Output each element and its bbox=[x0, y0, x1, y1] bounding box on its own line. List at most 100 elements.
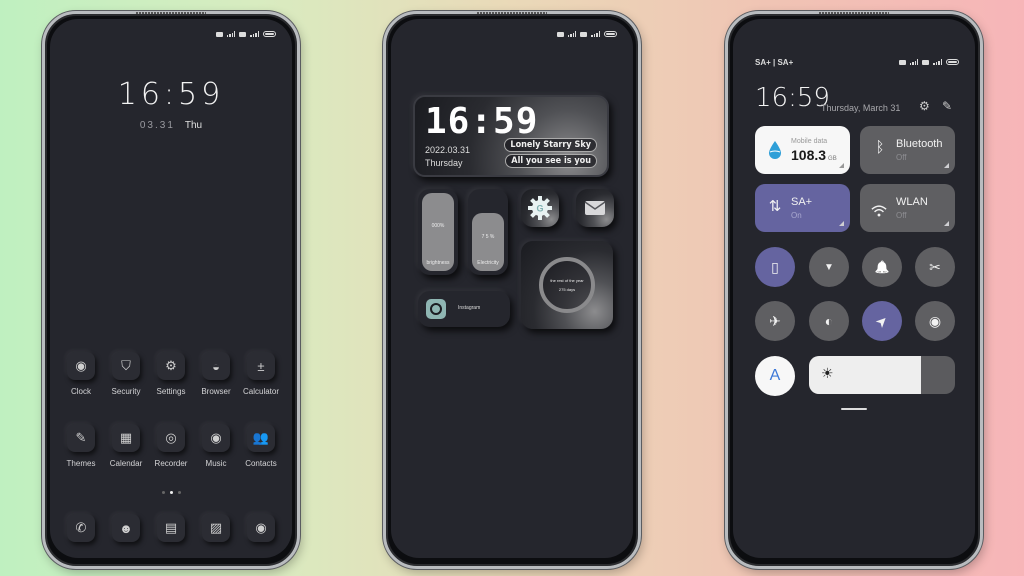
app-security[interactable]: ⛉ Security bbox=[105, 352, 147, 396]
reading-mode-toggle[interactable]: ◉ bbox=[915, 301, 955, 341]
instagram-label: Instagram bbox=[458, 305, 481, 311]
cc-time[interactable]: 16:59 bbox=[755, 83, 830, 113]
app-label: Music bbox=[205, 459, 227, 468]
dock: ✆ ☻ ▤ ▨ ◉ bbox=[60, 514, 282, 542]
app-calculator[interactable]: ± Calculator bbox=[240, 352, 282, 396]
dock-file-manager[interactable]: ▤ bbox=[150, 514, 192, 542]
year-progress-title: the rest of the year bbox=[550, 278, 584, 283]
battery-icon bbox=[604, 31, 617, 37]
expand-corner-icon[interactable] bbox=[839, 163, 844, 168]
year-progress-widget[interactable]: the rest of the year 275 days bbox=[521, 241, 613, 329]
planet-icon: ◒ bbox=[202, 352, 230, 380]
data-transfer-icon: ⇅ bbox=[768, 198, 782, 215]
year-progress-ring: the rest of the year 275 days bbox=[539, 257, 595, 313]
gallery-icon: ▨ bbox=[202, 514, 230, 542]
location-toggle[interactable]: ➤ bbox=[862, 301, 902, 341]
battery-icon bbox=[946, 59, 959, 65]
app-label: Security bbox=[111, 387, 141, 396]
settings-icon[interactable]: ⚙ bbox=[919, 99, 930, 113]
instagram-widget[interactable]: Instagram bbox=[418, 291, 510, 327]
vibrate-icon: ▯ bbox=[771, 258, 779, 275]
widget-time: 16:59 bbox=[425, 101, 539, 142]
app-row-1: ◉ Clock ⛉ Security ⚙ Settings ◒ Browser ± Cal… bbox=[60, 352, 282, 396]
svg-text:G: G bbox=[536, 204, 543, 214]
dock-messages[interactable]: ☻ bbox=[105, 514, 147, 542]
dock-phone[interactable]: ✆ bbox=[60, 514, 102, 542]
edit-icon[interactable]: ✎ bbox=[942, 99, 952, 113]
app-label: Settings bbox=[156, 387, 186, 396]
app-label: Themes bbox=[66, 459, 96, 468]
battery-value: 7 5 % bbox=[481, 233, 495, 240]
screenshot-toggle[interactable]: ✂ bbox=[915, 247, 955, 287]
sa-plus-tile[interactable]: ⇅ SA+ On bbox=[755, 184, 850, 232]
clock-icon: ◉ bbox=[67, 352, 95, 380]
battery-widget[interactable]: 7 5 % Electricity bbox=[468, 189, 508, 275]
tile-state: On bbox=[791, 211, 802, 220]
brightness-label: brightness bbox=[426, 260, 450, 266]
expand-corner-icon[interactable] bbox=[944, 163, 949, 168]
brightness-widget[interactable]: 000% brightness bbox=[418, 189, 458, 275]
camera-icon: ◉ bbox=[247, 514, 275, 542]
phone-control-center: SA+ | SA+ 16:59 Thursday, March 31 ⚙ ✎ M… bbox=[725, 11, 983, 569]
weekday-text: Thu bbox=[184, 120, 203, 131]
clock-time[interactable]: 16:59 bbox=[50, 77, 292, 112]
signal-icon bbox=[909, 59, 919, 65]
brush-icon: ✎ bbox=[67, 424, 95, 452]
wlan-tile[interactable]: WLAN Off bbox=[860, 184, 955, 232]
app-label: Browser bbox=[201, 387, 231, 396]
flashlight-toggle[interactable]: ▼ bbox=[809, 247, 849, 287]
auto-brightness-button[interactable]: A bbox=[755, 356, 795, 396]
signal-icon bbox=[250, 31, 259, 37]
cc-date[interactable]: Thursday, March 31 bbox=[821, 103, 900, 113]
dock-gallery[interactable]: ▨ bbox=[195, 514, 237, 542]
sim-icon bbox=[898, 59, 906, 65]
shield-icon: ⛉ bbox=[112, 352, 140, 380]
clock-widget[interactable]: 16:59 2022.03.31 Thursday Lonely Starry … bbox=[413, 95, 609, 177]
widget-caption-1: Lonely Starry Sky bbox=[504, 138, 597, 152]
mobile-data-value: 108.3 GB bbox=[791, 147, 837, 163]
signal-icon bbox=[567, 31, 577, 37]
app-music[interactable]: ◉ Music bbox=[195, 424, 237, 468]
page-dot-active[interactable] bbox=[169, 491, 173, 494]
mail-widget[interactable] bbox=[576, 189, 614, 227]
file-manager-icon: ▤ bbox=[157, 514, 185, 542]
app-contacts[interactable]: 👥 Contacts bbox=[240, 424, 282, 468]
airplane-toggle[interactable]: ✈ bbox=[755, 301, 795, 341]
gear-widget[interactable]: G bbox=[521, 189, 559, 227]
app-label: Calendar bbox=[109, 459, 143, 468]
widgets-screen: 16:59 2022.03.31 Thursday Lonely Starry … bbox=[391, 19, 633, 558]
brightness-slider[interactable]: ☀ bbox=[809, 356, 955, 394]
app-settings[interactable]: ⚙ Settings bbox=[150, 352, 192, 396]
app-themes[interactable]: ✎ Themes bbox=[60, 424, 102, 468]
page-dot[interactable] bbox=[177, 491, 181, 494]
app-clock[interactable]: ◉ Clock bbox=[60, 352, 102, 396]
app-browser[interactable]: ◒ Browser bbox=[195, 352, 237, 396]
status-bar bbox=[556, 31, 617, 37]
bluetooth-tile[interactable]: ᛒ Bluetooth Off bbox=[860, 126, 955, 174]
contrast-icon: ◐ bbox=[824, 313, 834, 329]
expand-corner-icon[interactable] bbox=[839, 221, 844, 226]
app-calendar[interactable]: ▦ Calendar bbox=[105, 424, 147, 468]
location-arrow-icon: ➤ bbox=[871, 310, 892, 331]
drag-handle[interactable] bbox=[841, 408, 867, 410]
mobile-data-tile[interactable]: Mobile data 108.3 GB bbox=[755, 126, 850, 174]
page-dot[interactable] bbox=[161, 491, 165, 494]
app-recorder[interactable]: ◎ Recorder bbox=[150, 424, 192, 468]
calendar-icon: ▦ bbox=[112, 424, 140, 452]
widget-caption-2: All you see is you bbox=[505, 154, 597, 168]
clock-date: 03.31 Thu bbox=[50, 120, 292, 131]
bell-icon: 🔔 bbox=[874, 260, 890, 274]
status-bar bbox=[898, 59, 959, 65]
ringer-toggle[interactable]: 🔔 bbox=[862, 247, 902, 287]
vibrate-toggle[interactable]: ▯ bbox=[755, 247, 795, 287]
date-text: 03.31 bbox=[139, 120, 175, 131]
dock-camera[interactable]: ◉ bbox=[240, 514, 282, 542]
battery-label: Electricity bbox=[477, 260, 499, 266]
page-indicator[interactable] bbox=[50, 491, 292, 494]
phone-icon: ✆ bbox=[67, 514, 95, 542]
dark-mode-toggle[interactable]: ◐ bbox=[809, 301, 849, 341]
tile-name: Bluetooth bbox=[896, 138, 943, 150]
speaker-grille bbox=[477, 12, 547, 14]
expand-corner-icon[interactable] bbox=[944, 221, 949, 226]
carrier-label: SA+ | SA+ bbox=[755, 58, 794, 67]
